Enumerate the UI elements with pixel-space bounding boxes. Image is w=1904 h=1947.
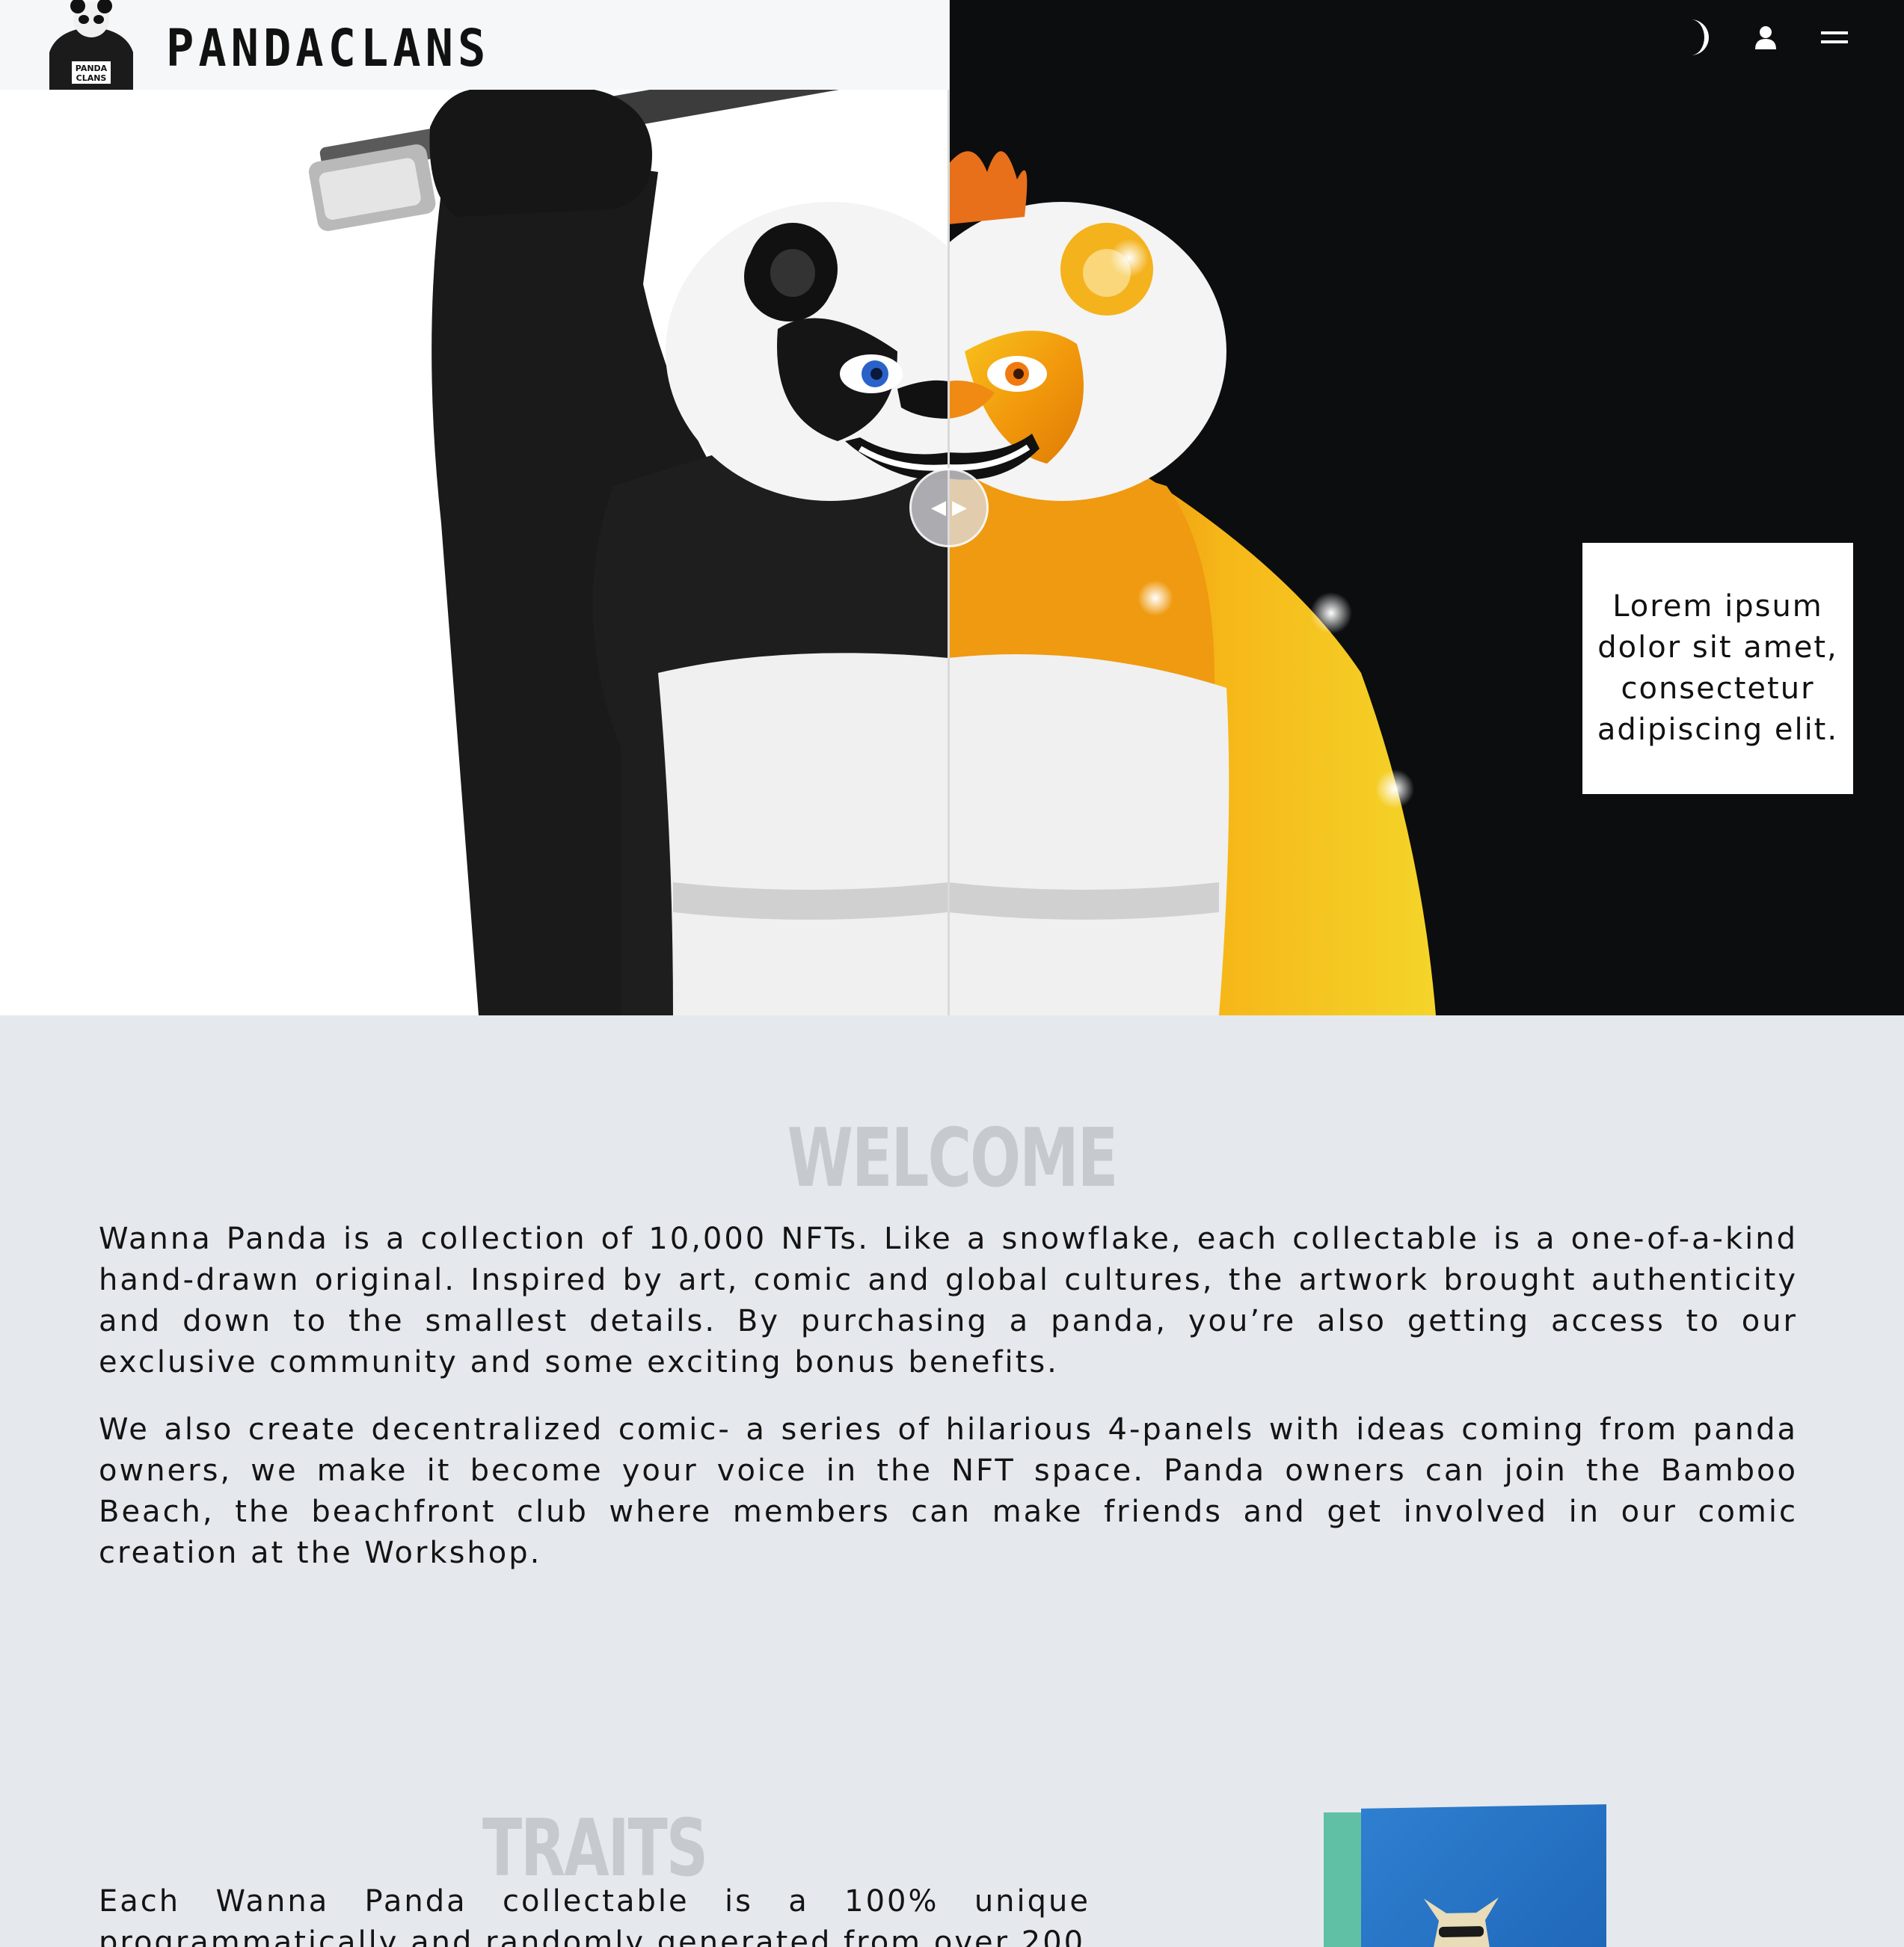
user-icon[interactable]	[1748, 15, 1783, 60]
welcome-paragraph-2: We also create decentralized comic- a se…	[99, 1412, 1798, 1570]
trait-card-stack[interactable]	[1324, 1804, 1606, 1947]
arrow-left-icon: ◀	[931, 496, 946, 519]
traits-paragraph: Each Wanna Panda collectable is a 100% u…	[99, 1884, 1090, 1947]
welcome-heading: WELCOME	[787, 1111, 1119, 1205]
menu-icon[interactable]	[1817, 15, 1852, 60]
trait-card-front	[1361, 1804, 1606, 1947]
pandaclans-logo[interactable]: PANDA CLANS	[42, 0, 141, 90]
header-bar: PANDA CLANS PANDACLANS	[0, 0, 949, 90]
comparison-slider-handle[interactable]: ◀ ▶	[909, 468, 989, 547]
hero-caption-text: Lorem ipsum dolor sit amet, consectetur …	[1597, 589, 1839, 747]
arrow-right-icon: ▶	[952, 496, 967, 519]
hero-section: ◀ ▶ PANDA CLANS PANDACLANS Lorem ipsum d…	[0, 0, 1904, 1015]
moon-icon[interactable]	[1680, 15, 1714, 60]
welcome-paragraph-1: Wanna Panda is a collection of 10,000 NF…	[99, 1222, 1798, 1379]
hero-caption-box: Lorem ipsum dolor sit amet, consectetur …	[1582, 543, 1853, 794]
svg-text:PANDA: PANDA	[76, 64, 108, 73]
brand-wordmark[interactable]: PANDACLANS	[166, 18, 490, 78]
svg-text:CLANS: CLANS	[76, 73, 107, 83]
dog-with-sunglasses-icon	[1424, 1897, 1499, 1947]
header-icons	[1680, 15, 1852, 60]
